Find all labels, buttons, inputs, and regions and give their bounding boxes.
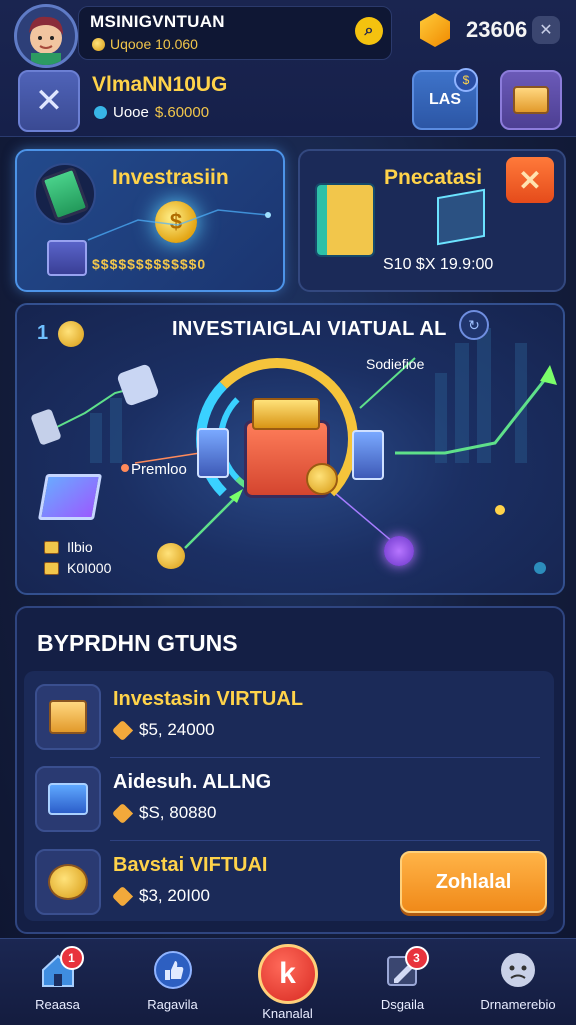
- diamond-icon: [94, 106, 107, 119]
- legend-label-1: Ilbio: [67, 539, 93, 555]
- panel-coin-icon: [58, 321, 84, 347]
- product-row-2-value: $S, 80880: [139, 803, 217, 822]
- dismiss-button[interactable]: ✕: [506, 157, 554, 203]
- nav-item-knanalal[interactable]: k Knanalal: [230, 938, 345, 1024]
- gold-box-icon: [49, 700, 87, 734]
- tools-button[interactable]: ✕: [18, 70, 80, 132]
- thumbs-up-icon: [153, 950, 193, 990]
- account-prefix: Uooe: [113, 104, 149, 121]
- row-divider: [110, 840, 540, 841]
- nav-label-home: Reaasa: [35, 997, 80, 1012]
- account-name: VlmaNN10UG: [92, 73, 228, 96]
- coin-icon: [92, 37, 105, 51]
- player-balance-row: Uqooe 10.060: [92, 36, 198, 52]
- product-row-1-value-row: $5, 24000: [111, 719, 215, 741]
- gem-count: 23606: [466, 17, 528, 42]
- close-button[interactable]: ✕: [532, 16, 560, 44]
- nav-label-knanalal: Knanalal: [262, 1006, 313, 1021]
- player-name: MSINIGVNTUAN: [90, 12, 225, 31]
- search-icon[interactable]: ⌕: [355, 17, 383, 45]
- player-balance: Uqooe 10.060: [110, 36, 198, 52]
- product-row-3-value: $3, 20I00: [139, 886, 210, 905]
- las-badge: $: [454, 68, 478, 92]
- edit-icon: 3: [383, 946, 429, 990]
- feather-orb-icon: [384, 536, 414, 566]
- label-sodiefioe: Sodiefioe: [366, 356, 425, 372]
- nav-item-home[interactable]: 1 Reaasa: [0, 938, 115, 1024]
- legend-label-2: K0I000: [67, 560, 112, 576]
- network-lines: [87, 209, 271, 241]
- legend-item-2: K0I000: [44, 560, 111, 576]
- nav-item-ragavila[interactable]: Ragavila: [115, 938, 230, 1024]
- product-row-3-icon[interactable]: [35, 849, 101, 915]
- chest-button[interactable]: [500, 70, 562, 130]
- precatasi-card-title: Pnecatasi: [384, 166, 483, 189]
- nav-label-dsgaila: Dsgaila: [380, 997, 425, 1012]
- nav-item-dsgaila[interactable]: 3 Dsgaila: [345, 938, 460, 1024]
- home-icon: 1: [38, 946, 84, 990]
- nav-badge-home: 1: [59, 946, 84, 970]
- product-row-3-title[interactable]: Bavstai VIFTUAI: [113, 854, 267, 877]
- ledger-book-icon: [315, 183, 375, 257]
- chest-icon: [513, 86, 549, 114]
- account-balance-row: Uooe $.60000: [94, 104, 209, 121]
- nav-label-ragavila: Ragavila: [147, 997, 198, 1012]
- safe-coin-icon: [306, 463, 338, 495]
- avatar-face-icon: [29, 16, 63, 65]
- refresh-icon[interactable]: ↻: [459, 310, 489, 340]
- nav-label-drnamerebio: Drnamerebio: [480, 997, 556, 1012]
- blue-device-icon: [48, 783, 88, 815]
- close-icon: ✕: [518, 164, 542, 196]
- nav-item-drnamerebio[interactable]: Drnamerebio: [460, 938, 576, 1024]
- precatasi-card-stat: S10 $X 19.9:00: [383, 256, 494, 273]
- coin-stack-icon: [157, 543, 185, 569]
- face-icon: [498, 950, 538, 990]
- glass-box-icon: [437, 188, 485, 246]
- legend-item-1: Ilbio: [44, 539, 93, 555]
- product-row-1-value: $5, 24000: [139, 720, 215, 739]
- product-row-1-icon[interactable]: [35, 684, 101, 750]
- nav-badge-dsgaila: 3: [404, 946, 429, 970]
- coin-pile-icon: [48, 864, 88, 900]
- player-avatar[interactable]: [14, 4, 78, 68]
- label-premloo: Premloo: [131, 461, 187, 478]
- product-row-3-value-row: $3, 20I00: [111, 885, 210, 907]
- section-title: BYPRDHN GTUNS: [37, 630, 238, 656]
- account-balance: $.60000: [154, 104, 210, 121]
- phone-card-left-icon: [197, 428, 229, 478]
- phone-card-right-icon: [352, 430, 384, 480]
- gold-bar-icon: [252, 398, 320, 430]
- heart-icon: [111, 885, 134, 907]
- product-row-1-title[interactable]: Investasin VIRTUAL: [113, 688, 303, 711]
- product-row-2-value-row: $S, 80880: [111, 802, 217, 824]
- panel-level-number: 1: [37, 322, 49, 344]
- product-row-2-title[interactable]: Aidesuh. ALLNG: [113, 771, 271, 794]
- laptop-icon: [37, 474, 103, 520]
- heart-icon: [111, 719, 134, 741]
- action-button[interactable]: Zohlalal: [400, 851, 547, 913]
- cross-tools-icon: ✕: [34, 82, 64, 120]
- legend-square-icon: [44, 540, 59, 554]
- legend-square-icon: [44, 561, 59, 575]
- product-row-2-icon[interactable]: [35, 766, 101, 832]
- row-divider: [110, 757, 540, 758]
- k-logo-icon: k: [257, 944, 318, 1004]
- panel-title: INVESTIAIGLAI VIATUAL AL: [172, 318, 447, 340]
- heart-icon: [111, 802, 134, 824]
